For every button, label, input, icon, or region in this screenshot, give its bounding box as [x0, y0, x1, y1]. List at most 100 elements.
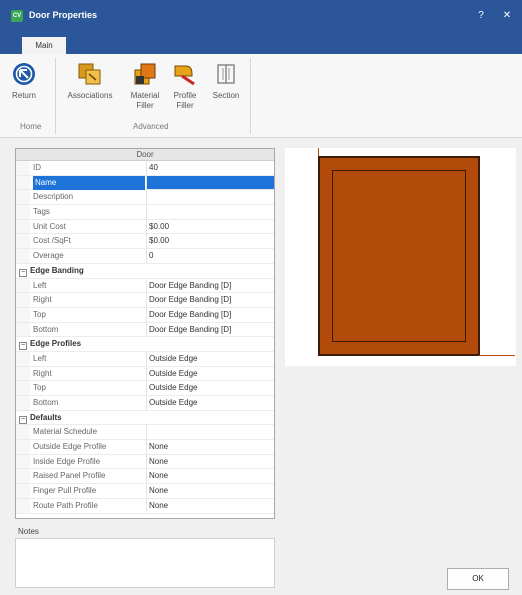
row-gutter — [16, 161, 30, 175]
row-gutter — [16, 190, 30, 205]
category-text: Edge Banding — [30, 265, 84, 275]
property-grid-header: Door — [16, 149, 274, 161]
title-bar: CV Door Properties ? ✕ — [0, 0, 522, 32]
property-value[interactable]: Outside Edge — [146, 396, 274, 410]
property-value[interactable] — [146, 425, 274, 440]
dimension-line — [479, 355, 515, 356]
property-row[interactable]: Bottom Outside Edge — [16, 396, 274, 411]
property-value[interactable]: Door Edge Banding [D] — [146, 307, 274, 322]
property-row[interactable]: Finger Pull Profile None — [16, 484, 274, 499]
return-label: Return — [11, 91, 36, 100]
property-value[interactable]: Door Edge Banding [D] — [146, 293, 274, 307]
material-filler-label: Material Filler — [130, 91, 160, 110]
category-text: Edge Profiles — [30, 339, 82, 349]
property-row[interactable]: ID 40 — [16, 161, 274, 176]
property-row[interactable]: Left Outside Edge — [16, 351, 274, 367]
property-row[interactable]: Material Schedule — [16, 425, 274, 441]
section-button[interactable]: Section — [208, 62, 244, 101]
property-row[interactable]: Inside Edge Profile None — [16, 454, 274, 470]
property-value[interactable]: None — [146, 440, 274, 454]
row-gutter — [16, 425, 30, 440]
property-category[interactable]: − Edge Profiles — [16, 337, 274, 352]
property-row[interactable]: Top Outside Edge — [16, 381, 274, 396]
associations-icon — [78, 63, 101, 85]
return-button[interactable]: Return — [10, 62, 38, 101]
property-name: Unit Cost — [33, 221, 66, 231]
property-name: Description — [33, 192, 74, 202]
collapse-icon[interactable]: − — [19, 342, 27, 351]
property-row[interactable]: Tags — [16, 205, 274, 220]
property-value[interactable]: 40 — [146, 161, 274, 175]
property-name: Raised Panel Profile — [33, 471, 106, 481]
property-row[interactable]: Description — [16, 190, 274, 206]
category-text: Defaults — [30, 412, 62, 422]
property-value[interactable]: None — [146, 454, 274, 469]
collapse-icon[interactable]: − — [19, 268, 27, 277]
property-value[interactable]: None — [146, 484, 274, 498]
row-gutter — [16, 322, 30, 337]
tab-strip: Main — [0, 32, 522, 54]
property-value[interactable]: $0.00 — [146, 219, 274, 234]
property-category[interactable]: − Defaults — [16, 410, 274, 426]
property-name: Material Schedule — [33, 427, 98, 437]
property-name: Overage — [33, 251, 64, 261]
material-filler-button[interactable]: Material Filler — [126, 62, 164, 111]
property-name: Cost /SqFt — [33, 236, 71, 246]
property-value[interactable]: None — [146, 498, 274, 513]
property-value[interactable]: Door Edge Banding [D] — [146, 278, 274, 293]
ok-button[interactable]: OK — [447, 568, 509, 590]
profile-filler-button[interactable]: Profile Filler — [168, 62, 202, 111]
property-value[interactable]: 0 — [146, 249, 274, 263]
row-gutter — [16, 440, 30, 454]
group-label-advanced: Advanced — [133, 122, 169, 131]
property-row[interactable]: Outside Edge Profile None — [16, 440, 274, 455]
property-value[interactable] — [146, 190, 274, 205]
property-grid: Door ID 40 Name Description Tags Unit Cost $0.… — [15, 148, 275, 519]
door-panel — [332, 170, 466, 342]
property-row[interactable]: Top Door Edge Banding [D] — [16, 307, 274, 323]
property-name: Route Path Profile — [33, 500, 98, 510]
notes-label: Notes — [18, 527, 39, 536]
property-row[interactable]: Name — [16, 175, 274, 191]
category-label: − Defaults — [19, 411, 131, 426]
tab-main[interactable]: Main — [22, 37, 66, 54]
associations-button[interactable]: Associations — [60, 62, 120, 101]
close-button[interactable]: ✕ — [500, 9, 514, 23]
category-label: − Edge Banding — [19, 264, 131, 279]
notes-field[interactable] — [15, 538, 275, 588]
help-button[interactable]: ? — [474, 9, 488, 23]
app-icon: CV — [11, 10, 23, 22]
property-value[interactable]: Outside Edge — [146, 366, 274, 381]
property-row[interactable]: Overage 0 — [16, 249, 274, 264]
property-row[interactable]: Raised Panel Profile None — [16, 469, 274, 485]
collapse-icon[interactable]: − — [19, 415, 27, 424]
property-grid-rows: ID 40 Name Description Tags Unit Cost $0.00 Cos… — [16, 161, 274, 514]
property-name: Top — [33, 383, 46, 393]
property-value[interactable]: Outside Edge — [146, 381, 274, 395]
row-gutter — [16, 381, 30, 395]
property-row[interactable]: Cost /SqFt $0.00 — [16, 234, 274, 250]
dimension-line — [318, 148, 319, 156]
property-name: Finger Pull Profile — [33, 486, 97, 496]
row-gutter — [16, 205, 30, 219]
property-value[interactable]: $0.00 — [146, 234, 274, 249]
category-label: − Edge Profiles — [19, 337, 131, 352]
property-value[interactable] — [146, 205, 274, 219]
property-row[interactable]: Unit Cost $0.00 — [16, 219, 274, 235]
property-value[interactable]: Door Edge Banding [D] — [146, 322, 274, 337]
group-divider — [55, 58, 56, 134]
property-value[interactable]: Outside Edge — [146, 351, 274, 366]
property-row[interactable]: Right Door Edge Banding [D] — [16, 293, 274, 308]
group-divider — [250, 58, 251, 134]
property-name: Right — [33, 295, 52, 305]
property-row[interactable]: Route Path Profile None — [16, 498, 274, 514]
property-row[interactable]: Left Door Edge Banding [D] — [16, 278, 274, 294]
property-value[interactable]: None — [146, 469, 274, 484]
property-row[interactable]: Bottom Door Edge Banding [D] — [16, 322, 274, 338]
property-row[interactable]: Right Outside Edge — [16, 366, 274, 382]
property-value[interactable] — [146, 175, 274, 190]
property-name: ID — [33, 163, 41, 172]
property-name: Bottom — [33, 324, 59, 334]
property-name: Tags — [33, 207, 50, 217]
property-category[interactable]: − Edge Banding — [16, 263, 274, 279]
